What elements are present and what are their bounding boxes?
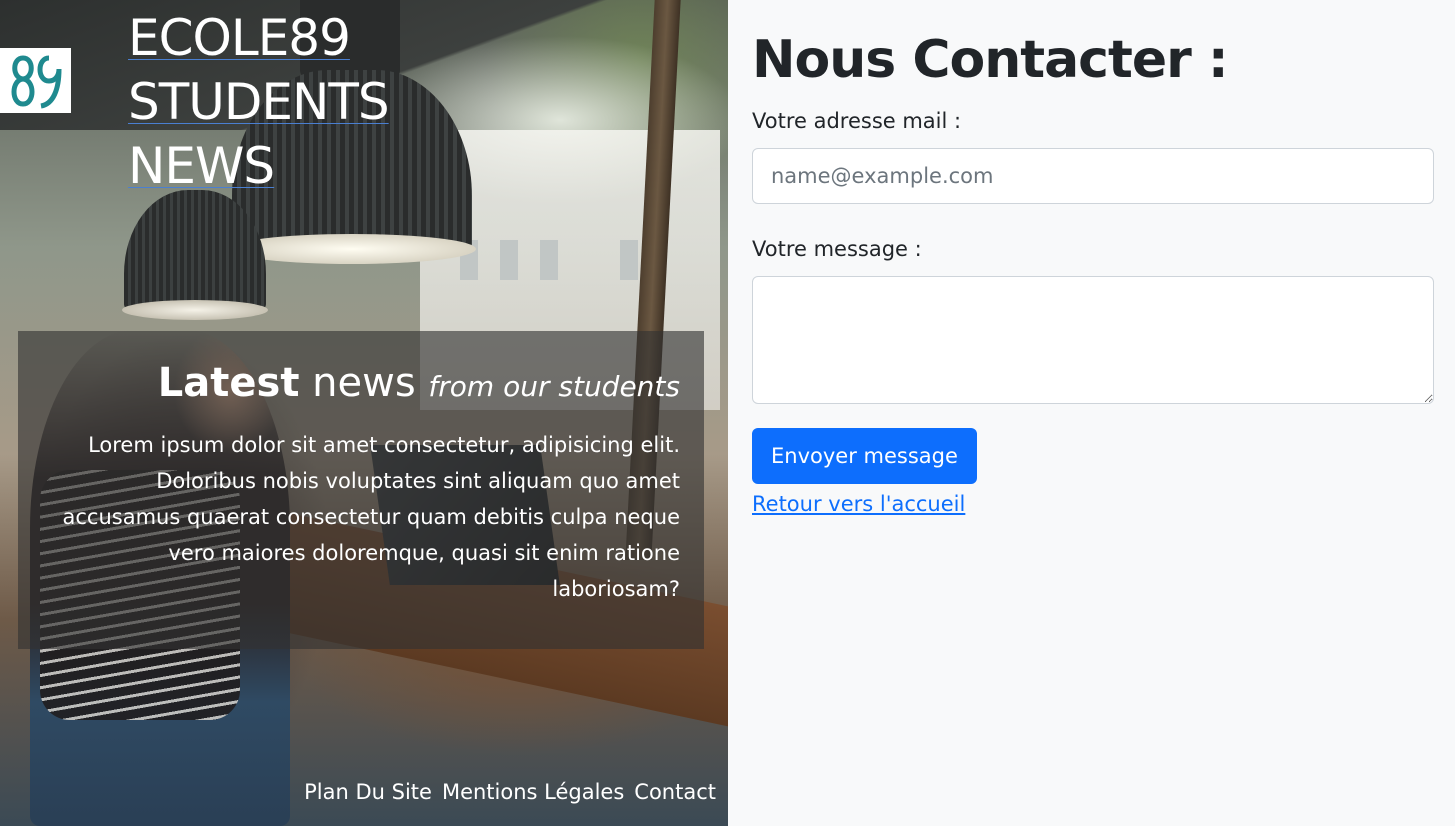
- footer-nav: Plan Du Site Mentions Légales Contact: [304, 780, 716, 804]
- message-label: Votre message :: [752, 237, 922, 261]
- news-heading: Latest news from our students: [42, 355, 680, 415]
- hero-panel: ECOLE89 STUDENTS NEWS Latest news from o…: [0, 0, 728, 826]
- site-title-line-3[interactable]: NEWS: [128, 134, 448, 198]
- site-title-line-1[interactable]: ECOLE89: [128, 6, 448, 70]
- back-to-home-link[interactable]: Retour vers l'accueil: [752, 488, 965, 520]
- contact-panel: Nous Contacter : Votre adresse mail : Vo…: [752, 0, 1434, 520]
- page-title: Nous Contacter :: [752, 30, 1229, 90]
- news-heading-light: news: [312, 360, 416, 406]
- email-label: Votre adresse mail :: [752, 109, 962, 133]
- logo-glyph: [11, 54, 61, 108]
- email-field[interactable]: [752, 148, 1434, 204]
- ecole89-logo-icon[interactable]: [0, 48, 71, 113]
- footer-link-plan-du-site[interactable]: Plan Du Site: [304, 780, 432, 804]
- footer-link-contact[interactable]: Contact: [634, 780, 716, 804]
- message-textarea[interactable]: [752, 276, 1434, 404]
- site-title[interactable]: ECOLE89 STUDENTS NEWS: [128, 6, 448, 198]
- latest-news-box: Latest news from our students Lorem ipsu…: [18, 331, 704, 649]
- news-heading-strong: Latest: [157, 360, 300, 406]
- site-title-line-2[interactable]: STUDENTS: [128, 70, 448, 134]
- send-message-button[interactable]: Envoyer message: [752, 428, 977, 484]
- news-heading-italic: from our students: [428, 370, 680, 403]
- news-body-text: Lorem ipsum dolor sit amet consectetur, …: [62, 433, 680, 601]
- footer-link-mentions-legales[interactable]: Mentions Légales: [442, 780, 624, 804]
